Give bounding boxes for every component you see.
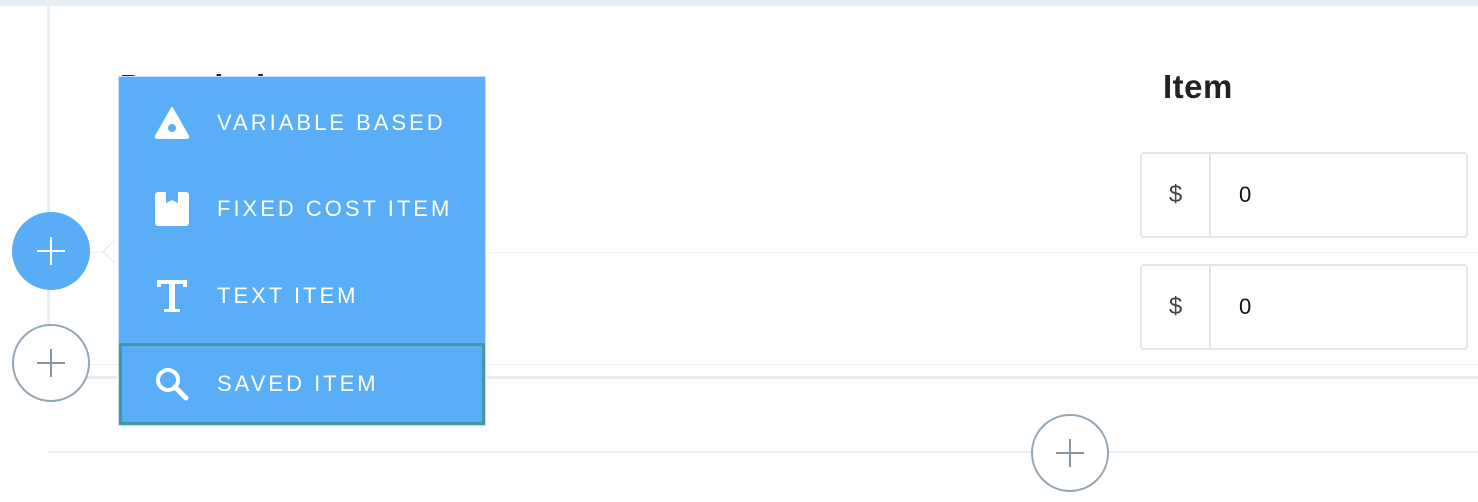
menu-item-variable-based[interactable]: VARIABLE BASED xyxy=(119,80,485,166)
plus-icon xyxy=(37,237,65,265)
add-line-item-button-active[interactable] xyxy=(12,212,90,290)
section-divider xyxy=(48,451,1478,453)
column-header-item: Item xyxy=(1163,68,1233,105)
fixed-cost-box-icon xyxy=(153,190,191,228)
menu-item-label: TEXT ITEM xyxy=(217,283,359,308)
menu-item-label: SAVED ITEM xyxy=(217,371,379,396)
currency-prefix: $ xyxy=(1142,266,1211,348)
item-price-field[interactable]: $ 0 xyxy=(1140,264,1468,350)
menu-item-label: FIXED COST ITEM xyxy=(217,196,453,221)
menu-item-text[interactable]: TEXT ITEM xyxy=(119,253,485,339)
item-price-input[interactable]: 0 xyxy=(1211,154,1466,236)
item-price-input[interactable]: 0 xyxy=(1211,266,1466,348)
menu-item-label: VARIABLE BASED xyxy=(217,110,446,135)
currency-prefix: $ xyxy=(1142,154,1211,236)
menu-item-fixed-cost[interactable]: FIXED COST ITEM xyxy=(119,166,485,252)
variable-triangle-icon xyxy=(153,104,191,142)
top-divider xyxy=(0,0,1478,6)
menu-item-saved[interactable]: SAVED ITEM xyxy=(119,343,485,425)
add-section-button[interactable] xyxy=(1031,414,1109,492)
add-line-item-button[interactable] xyxy=(12,324,90,402)
plus-icon xyxy=(1056,439,1084,467)
text-t-icon xyxy=(153,277,191,315)
item-price-field[interactable]: $ 0 xyxy=(1140,152,1468,238)
search-icon xyxy=(153,365,191,403)
add-item-menu: VARIABLE BASED FIXED COST ITEM TEXT ITEM… xyxy=(118,76,486,426)
plus-icon xyxy=(37,349,65,377)
